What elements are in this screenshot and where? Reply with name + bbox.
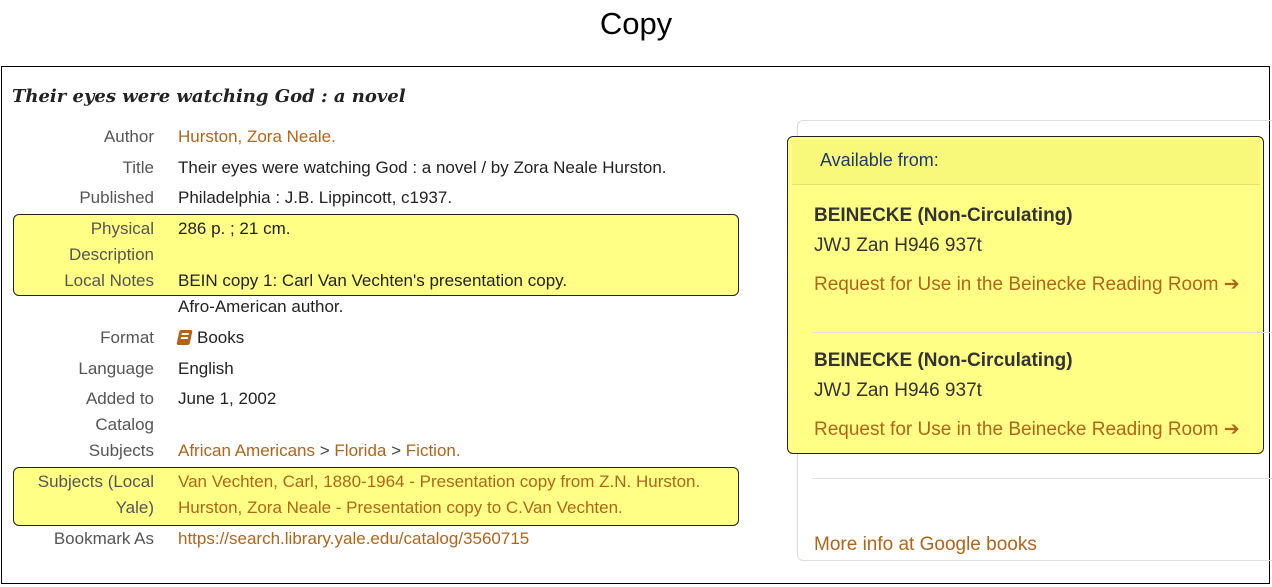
location-name: BEINECKE (Non-Circulating) bbox=[814, 350, 1073, 371]
language-value: English bbox=[178, 359, 234, 378]
catalog-label: Catalog bbox=[95, 415, 154, 434]
breadcrumb-separator: > bbox=[391, 441, 402, 460]
format-label: Format bbox=[100, 328, 154, 347]
author-link[interactable]: Hurston, Zora Neale. bbox=[178, 127, 336, 147]
added-label: Added to bbox=[85, 389, 154, 408]
page-heading: Copy bbox=[599, 6, 673, 41]
title-label: Title bbox=[122, 158, 155, 177]
subjects-value: African Americans > Florida > Fiction. bbox=[178, 441, 461, 461]
subjects-label: Subjects bbox=[88, 441, 154, 460]
description-label: Description bbox=[68, 245, 154, 264]
call-number: JWJ Zan H946 937t bbox=[814, 380, 982, 401]
request-link[interactable]: Request for Use in the Beinecke Reading … bbox=[814, 418, 1240, 441]
arrow-right-icon: ➔ bbox=[1223, 419, 1240, 440]
local-notes-value-2: Afro-American author. bbox=[178, 297, 344, 316]
subject-link[interactable]: Florida bbox=[334, 441, 386, 460]
subject-link[interactable]: African Americans bbox=[178, 441, 315, 460]
subject-link[interactable]: Fiction. bbox=[406, 441, 461, 460]
request-link-label: Request for Use in the Beinecke Reading … bbox=[814, 419, 1219, 440]
bookmark-link[interactable]: https://search.library.yale.edu/catalog/… bbox=[178, 529, 529, 549]
available-from-header: Available from: bbox=[820, 150, 939, 170]
book-icon bbox=[176, 330, 193, 345]
breadcrumb-separator: > bbox=[319, 441, 330, 460]
format-value: Books bbox=[176, 328, 245, 348]
physical-value: 286 p. ; 21 cm. bbox=[178, 219, 291, 238]
divider bbox=[812, 332, 1272, 333]
local-subjects-label: Subjects (Local bbox=[37, 472, 154, 491]
published-value: Philadelphia : J.B. Lippincott, c1937. bbox=[178, 188, 453, 207]
local-subject-link[interactable]: Van Vechten, Carl, 1880-1964 - Presentat… bbox=[178, 472, 700, 492]
local-notes-label: Local Notes bbox=[64, 271, 154, 290]
request-link-label: Request for Use in the Beinecke Reading … bbox=[814, 274, 1219, 295]
divider bbox=[812, 478, 1272, 479]
published-label: Published bbox=[79, 188, 154, 207]
title-value: Their eyes were watching God : a novel /… bbox=[178, 158, 667, 177]
arrow-right-icon: ➔ bbox=[1223, 274, 1240, 295]
call-number: JWJ Zan H946 937t bbox=[814, 235, 982, 256]
request-link[interactable]: Request for Use in the Beinecke Reading … bbox=[814, 273, 1240, 296]
author-label: Author bbox=[103, 127, 154, 146]
local-subject-link[interactable]: Hurston, Zora Neale - Presentation copy … bbox=[178, 498, 623, 518]
bookmark-label: Bookmark As bbox=[53, 529, 154, 548]
format-text: Books bbox=[197, 328, 245, 347]
location-name: BEINECKE (Non-Circulating) bbox=[814, 205, 1073, 226]
local-subjects-label-2: Yale) bbox=[115, 498, 154, 517]
physical-label: Physical bbox=[90, 219, 154, 238]
added-value: June 1, 2002 bbox=[178, 389, 277, 408]
language-label: Language bbox=[78, 359, 154, 378]
record-title: Their eyes were watching God : a novel bbox=[12, 86, 406, 107]
local-notes-value: BEIN copy 1: Carl Van Vechten's presenta… bbox=[178, 271, 568, 290]
google-books-link[interactable]: More info at Google books bbox=[814, 534, 1037, 556]
